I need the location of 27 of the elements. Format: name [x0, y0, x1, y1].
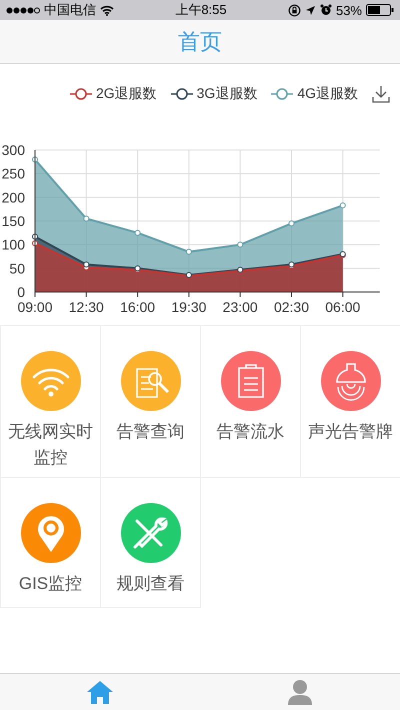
carrier-name: 中国电信 — [44, 1, 96, 19]
axis-label: 12:30 — [68, 299, 104, 315]
menu-label: 声光告警牌 — [307, 421, 394, 443]
menu-label: 告警查询 — [116, 421, 186, 443]
axis-label: 02:30 — [274, 299, 310, 315]
page-title: 首页 — [178, 28, 222, 56]
menu-label: 告警流水 — [216, 421, 286, 443]
axis-label: 09:00 — [17, 299, 53, 315]
axis-label: 300 — [2, 142, 25, 158]
menu-label: GIS监控 — [18, 573, 84, 595]
menu-label: 无线网实时监控 — [7, 421, 94, 469]
legend-label: 3G退服数 — [196, 85, 258, 103]
axis-label: 0 — [17, 284, 25, 300]
axis-label: 06:00 — [325, 299, 360, 315]
axis-label: 100 — [2, 236, 25, 253]
axis-label: 150 — [2, 213, 25, 229]
axis-label: 19:30 — [171, 299, 206, 315]
legend-label: 2G退服数 — [96, 85, 157, 103]
axis-label: 50 — [9, 260, 25, 276]
axis-label: 23:00 — [222, 299, 258, 315]
menu-label: 规则查看 — [116, 573, 186, 595]
axis-label: 250 — [2, 166, 25, 182]
clock-time: 上午8:55 — [175, 1, 227, 19]
battery-percent: 53% — [336, 2, 362, 18]
axis-label: 200 — [2, 189, 25, 206]
axis-label: 16:00 — [120, 299, 156, 315]
legend-label: 4G退服数 — [297, 85, 358, 103]
